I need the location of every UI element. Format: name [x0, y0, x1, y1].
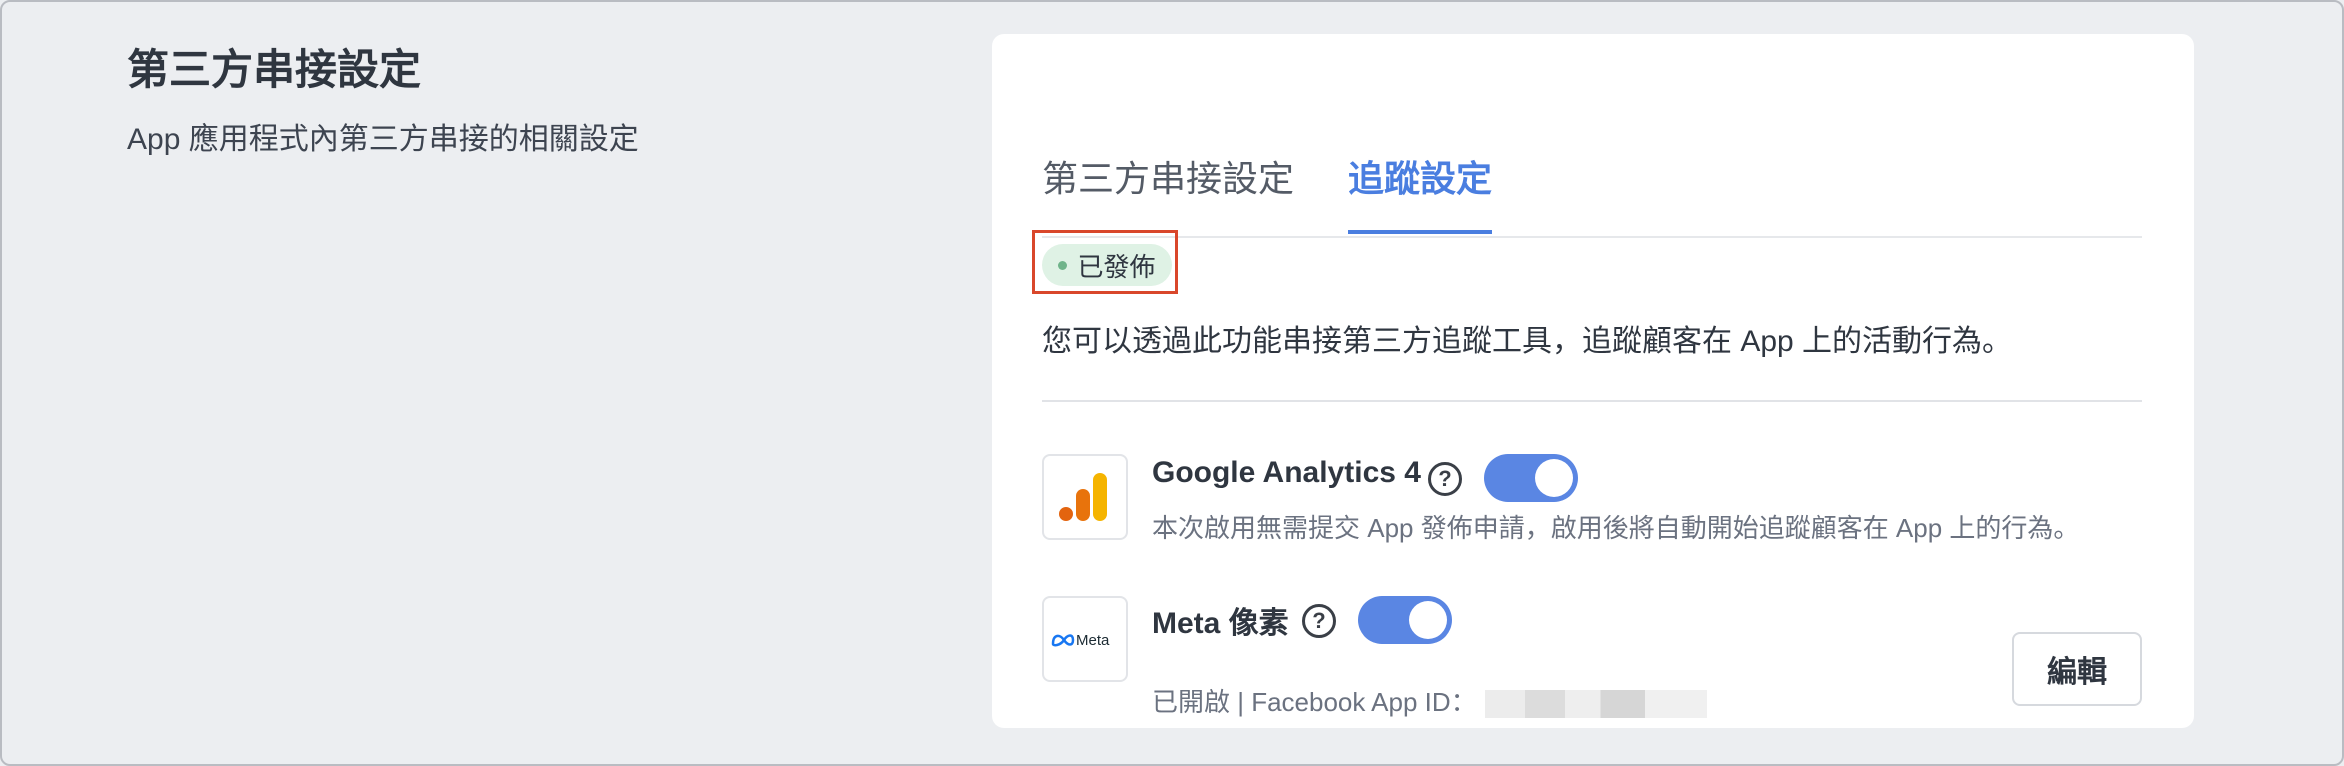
toggle-knob — [1409, 601, 1447, 639]
settings-card: 第三方串接設定 追蹤設定 已發佈 您可以透過此功能串接第三方追蹤工具，追蹤顧客在… — [992, 34, 2194, 728]
help-icon[interactable]: ? — [1428, 462, 1462, 496]
status-label: 已發佈 — [1077, 251, 1156, 282]
toggle-knob — [1535, 459, 1573, 497]
meta-pixel-toggle[interactable] — [1358, 596, 1452, 644]
tab-tracking-settings[interactable]: 追蹤設定 — [1348, 150, 1493, 234]
svg-text:Meta: Meta — [1076, 632, 1110, 649]
feature-description: 您可以透過此功能串接第三方追蹤工具，追蹤顧客在 App 上的活動行為。 — [1042, 325, 2013, 358]
redacted-app-id — [1484, 690, 1707, 719]
integration-subtext: 本次啟用無需提交 App 發佈申請，啟用後將自動開始追蹤顧客在 App 上的行為… — [1152, 513, 2080, 543]
integration-google-analytics: Google Analytics 4 ? 本次啟用無需提交 App 發佈申請，啟… — [1042, 454, 2142, 544]
divider — [1042, 400, 2142, 402]
edit-button[interactable]: 編輯 — [2012, 632, 2142, 706]
status-badge: 已發佈 — [1042, 244, 1172, 286]
help-icon[interactable]: ? — [1302, 604, 1336, 638]
google-analytics-icon — [1042, 454, 1128, 540]
google-analytics-toggle[interactable] — [1484, 454, 1578, 502]
integration-subtext: 已開啟 | Facebook App ID： — [1152, 682, 1707, 719]
integration-name: Meta 像素 — [1152, 607, 1289, 640]
integration-meta-pixel: Meta Meta 像素 ? 已開啟 | Facebook App ID： 編輯 — [1042, 596, 2142, 719]
facebook-app-id-label: 已開啟 | Facebook App ID： — [1152, 687, 1477, 717]
page-title: 第三方串接設定 — [127, 46, 422, 93]
tab-third-party-integration[interactable]: 第三方串接設定 — [1042, 150, 1294, 234]
meta-logo-icon: Meta — [1042, 596, 1128, 682]
integration-name: Google Analytics 4 — [1152, 456, 1421, 489]
page-description: App 應用程式內第三方串接的相關設定 — [127, 123, 639, 156]
status-dot-icon — [1058, 260, 1068, 270]
tab-bar: 第三方串接設定 追蹤設定 — [1042, 114, 2142, 238]
